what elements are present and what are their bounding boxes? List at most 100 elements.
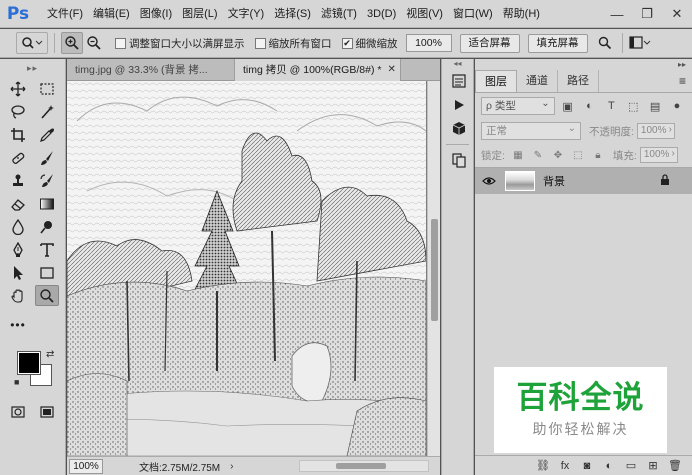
eye-icon[interactable] bbox=[475, 176, 503, 186]
path-selection-tool-icon[interactable] bbox=[6, 262, 30, 283]
pen-tool-icon[interactable] bbox=[6, 239, 30, 260]
close-tab-icon[interactable]: ✕ bbox=[387, 59, 395, 81]
horizontal-scrollbar[interactable] bbox=[299, 460, 429, 472]
panel-grip-icon[interactable]: ▸▸ bbox=[0, 59, 65, 77]
tab-channels[interactable]: 通道 bbox=[517, 70, 558, 92]
search-button[interactable] bbox=[594, 32, 616, 54]
separator bbox=[54, 33, 55, 53]
default-colors-icon[interactable]: ■ bbox=[14, 377, 19, 387]
zoom-percent-field[interactable]: 100% bbox=[405, 34, 452, 52]
status-zoom-field[interactable]: 100% bbox=[69, 458, 103, 474]
options-bar: 调整窗口大小以满屏显示 缩放所有窗口 ✔ 细微缩放 100% 适合屏幕 填充屏幕 bbox=[0, 29, 692, 58]
crop-tool-icon[interactable] bbox=[6, 124, 30, 145]
lock-all-icon[interactable]: 🔒︎ bbox=[591, 148, 605, 162]
restore-button[interactable]: ❐ bbox=[632, 0, 662, 28]
quick-mask-icon[interactable] bbox=[6, 401, 30, 422]
scrollbar-thumb[interactable] bbox=[336, 463, 386, 469]
close-button[interactable]: ✕ bbox=[662, 0, 692, 28]
zoom-in-button[interactable] bbox=[61, 32, 83, 54]
lock-image-icon[interactable]: ✎ bbox=[531, 148, 545, 162]
opacity-field[interactable]: 100% bbox=[636, 123, 675, 139]
dodge-tool-icon[interactable] bbox=[35, 216, 59, 237]
menu-window[interactable]: 窗口(W) bbox=[448, 0, 498, 28]
filter-shape-icon[interactable]: ⬚ bbox=[624, 97, 642, 115]
layer-filter-select[interactable]: ρ 类型 bbox=[481, 96, 555, 115]
fit-screen-button[interactable]: 适合屏幕 bbox=[459, 33, 520, 53]
resize-windows-checkbox[interactable]: 调整窗口大小以满屏显示 bbox=[115, 36, 245, 51]
lock-position-icon[interactable]: ✥ bbox=[551, 148, 565, 162]
clone-source-icon[interactable] bbox=[442, 148, 475, 172]
fill-field[interactable]: 100% bbox=[639, 147, 678, 163]
move-tool-icon[interactable] bbox=[6, 78, 30, 99]
filter-adjustment-icon[interactable]: ◐ bbox=[581, 97, 599, 115]
fill-screen-button[interactable]: 填充屏幕 bbox=[527, 33, 588, 53]
new-group-icon[interactable]: ▭ bbox=[620, 459, 642, 472]
layer-style-icon[interactable]: fx bbox=[554, 460, 576, 472]
sketch-image bbox=[67, 81, 426, 456]
filter-type-icon[interactable]: T bbox=[602, 97, 620, 115]
delete-layer-icon[interactable]: 🗑︎ bbox=[664, 459, 686, 472]
filter-pixel-icon[interactable]: ▣ bbox=[559, 97, 577, 115]
brush-tool-icon[interactable] bbox=[35, 147, 59, 168]
swap-colors-icon[interactable]: ⇄ bbox=[46, 349, 54, 360]
3d-panel-icon[interactable] bbox=[442, 117, 475, 141]
document-canvas[interactable] bbox=[67, 81, 426, 456]
status-menu-arrow[interactable]: › bbox=[230, 461, 233, 472]
filter-toggle-icon[interactable]: ● bbox=[668, 97, 686, 115]
rectangle-tool-icon[interactable] bbox=[35, 262, 59, 283]
filter-smart-object-icon[interactable]: ▤ bbox=[646, 97, 664, 115]
workspace-switcher[interactable] bbox=[628, 32, 651, 54]
healing-brush-tool-icon[interactable] bbox=[6, 147, 30, 168]
panel-menu-icon[interactable]: ≡ bbox=[679, 74, 686, 88]
add-mask-icon[interactable]: ◙ bbox=[576, 460, 598, 472]
menu-filter[interactable]: 滤镜(T) bbox=[316, 0, 362, 28]
type-tool-icon[interactable] bbox=[35, 239, 59, 260]
scrollbar-thumb[interactable] bbox=[431, 219, 438, 321]
menu-edit[interactable]: 编辑(E) bbox=[88, 0, 135, 28]
new-layer-icon[interactable]: ⊞ bbox=[642, 459, 664, 472]
layer-row-background[interactable]: 背景 bbox=[475, 168, 692, 194]
menu-type[interactable]: 文字(Y) bbox=[223, 0, 270, 28]
menu-help[interactable]: 帮助(H) bbox=[498, 0, 545, 28]
screen-mode-icon[interactable] bbox=[35, 401, 59, 422]
minimize-button[interactable]: — bbox=[602, 0, 632, 28]
menu-view[interactable]: 视图(V) bbox=[401, 0, 448, 28]
scrubby-zoom-checkbox[interactable]: ✔ 细微缩放 bbox=[341, 36, 398, 51]
tab-paths[interactable]: 路径 bbox=[558, 70, 599, 92]
more-tools-icon[interactable]: ••• bbox=[6, 314, 30, 335]
tab-timg-jpg[interactable]: timg.jpg @ 33.3% (背景 拷... bbox=[67, 59, 235, 81]
link-layers-icon[interactable]: ⛓ bbox=[532, 459, 554, 472]
menu-layer[interactable]: 图层(L) bbox=[177, 0, 222, 28]
menu-3d[interactable]: 3D(D) bbox=[362, 0, 401, 28]
gradient-tool-icon[interactable] bbox=[35, 193, 59, 214]
menu-select[interactable]: 选择(S) bbox=[269, 0, 316, 28]
adjustment-layer-icon[interactable]: ◐ bbox=[598, 460, 620, 472]
blend-mode-select[interactable]: 正常 bbox=[481, 121, 581, 140]
vertical-scrollbar[interactable] bbox=[427, 81, 440, 456]
zoom-all-windows-checkbox[interactable]: 缩放所有窗口 bbox=[254, 36, 332, 51]
eyedropper-tool-icon[interactable] bbox=[35, 124, 59, 145]
tool-preset-picker[interactable] bbox=[16, 32, 48, 54]
magic-wand-tool-icon[interactable] bbox=[35, 101, 59, 122]
hand-tool-icon[interactable] bbox=[6, 285, 30, 306]
lock-transparent-icon[interactable]: ▦ bbox=[511, 148, 525, 162]
zoom-tool-icon[interactable] bbox=[35, 285, 59, 306]
foreground-color-swatch[interactable] bbox=[17, 351, 41, 375]
actions-play-icon[interactable] bbox=[442, 93, 475, 117]
panel-grip-icon[interactable]: ◂◂ bbox=[442, 59, 473, 69]
lasso-tool-icon[interactable] bbox=[6, 101, 30, 122]
zoom-in-icon bbox=[65, 36, 79, 50]
eraser-tool-icon[interactable] bbox=[6, 193, 30, 214]
panel-collapse-icon[interactable]: ▸▸ bbox=[475, 59, 692, 69]
marquee-tool-icon[interactable] bbox=[35, 78, 59, 99]
menu-file[interactable]: 文件(F) bbox=[42, 0, 88, 28]
history-panel-icon[interactable] bbox=[442, 69, 475, 93]
tab-layers[interactable]: 图层 bbox=[475, 70, 517, 92]
history-brush-tool-icon[interactable] bbox=[35, 170, 59, 191]
zoom-out-button[interactable] bbox=[83, 32, 105, 54]
clone-stamp-tool-icon[interactable] bbox=[6, 170, 30, 191]
blur-tool-icon[interactable] bbox=[6, 216, 30, 237]
tab-timg-copy[interactable]: timg 拷贝 @ 100%(RGB/8#) * ✕ bbox=[235, 59, 401, 81]
menu-image[interactable]: 图像(I) bbox=[135, 0, 177, 28]
lock-artboard-icon[interactable]: ⬚ bbox=[571, 148, 585, 162]
